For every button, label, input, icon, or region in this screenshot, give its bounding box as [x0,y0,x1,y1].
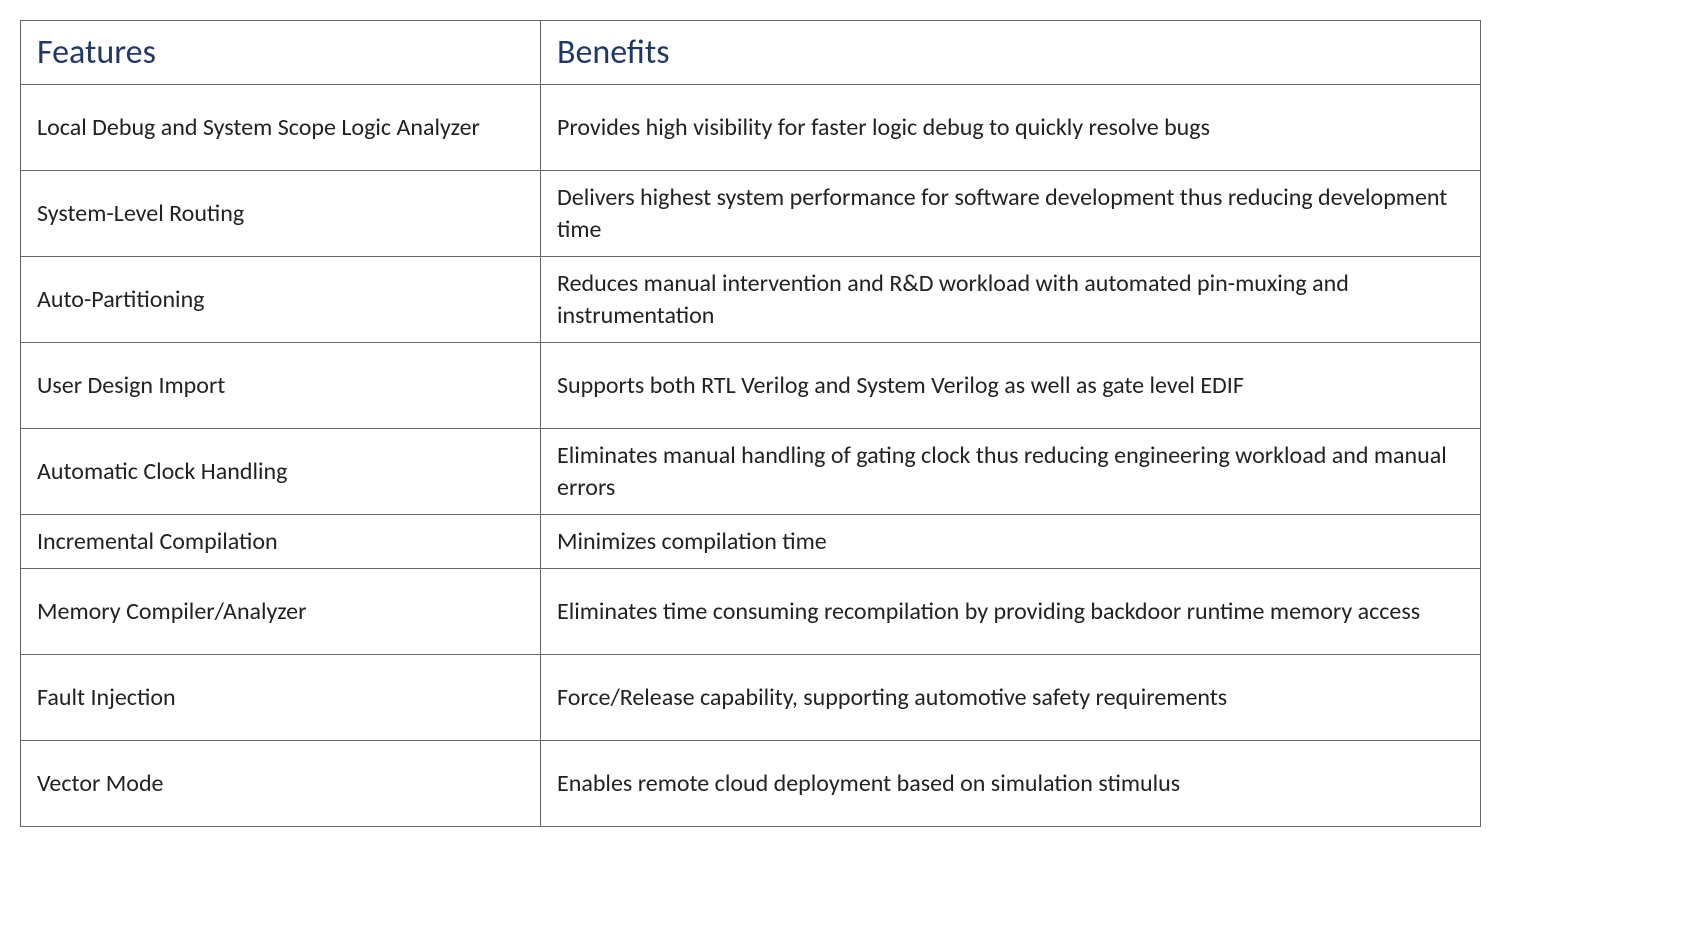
table-row: User Design Import Supports both RTL Ver… [21,343,1481,429]
feature-cell: System-Level Routing [21,171,541,257]
benefit-cell: Delivers highest system performance for … [541,171,1481,257]
benefit-cell: Force/Release capability, supporting aut… [541,655,1481,741]
benefit-cell: Enables remote cloud deployment based on… [541,741,1481,827]
table-row: System-Level Routing Delivers highest sy… [21,171,1481,257]
table-row: Fault Injection Force/Release capability… [21,655,1481,741]
feature-cell: Local Debug and System Scope Logic Analy… [21,85,541,171]
benefit-cell: Eliminates manual handling of gating clo… [541,429,1481,515]
table-header-row: Features Benefits [21,21,1481,85]
table-row: Automatic Clock Handling Eliminates manu… [21,429,1481,515]
table-row: Local Debug and System Scope Logic Analy… [21,85,1481,171]
feature-cell: Vector Mode [21,741,541,827]
features-benefits-table: Features Benefits Local Debug and System… [20,20,1481,827]
table-row: Memory Compiler/Analyzer Eliminates time… [21,569,1481,655]
feature-cell: Memory Compiler/Analyzer [21,569,541,655]
feature-cell: Fault Injection [21,655,541,741]
benefit-cell: Minimizes compilation time [541,515,1481,569]
table-body: Local Debug and System Scope Logic Analy… [21,85,1481,827]
benefit-cell: Supports both RTL Verilog and System Ver… [541,343,1481,429]
feature-cell: Auto-Partitioning [21,257,541,343]
benefit-cell: Reduces manual intervention and R&D work… [541,257,1481,343]
table-row: Auto-Partitioning Reduces manual interve… [21,257,1481,343]
benefit-cell: Provides high visibility for faster logi… [541,85,1481,171]
header-benefits: Benefits [541,21,1481,85]
feature-cell: Incremental Compilation [21,515,541,569]
table-row: Incremental Compilation Minimizes compil… [21,515,1481,569]
header-features: Features [21,21,541,85]
table-row: Vector Mode Enables remote cloud deploym… [21,741,1481,827]
benefit-cell: Eliminates time consuming recompilation … [541,569,1481,655]
feature-cell: User Design Import [21,343,541,429]
feature-cell: Automatic Clock Handling [21,429,541,515]
